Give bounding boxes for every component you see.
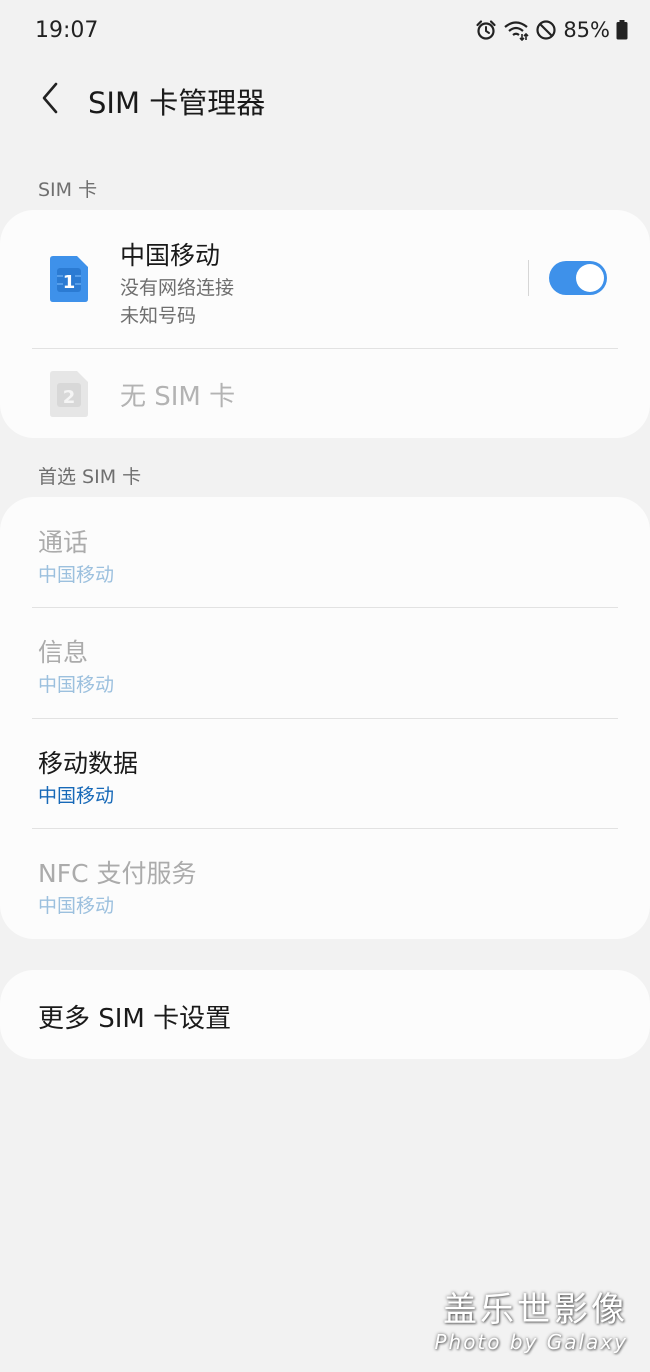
sim1-row[interactable]: 1 中国移动 没有网络连接 未知号码: [0, 210, 650, 348]
sim1-phone-number: 未知号码: [120, 305, 197, 327]
sim-card-list: 1 中国移动 没有网络连接 未知号码 2 无 SIM 卡: [0, 210, 650, 438]
page-title: SIM 卡管理器: [88, 86, 266, 120]
sim-card-2-icon: 2: [50, 371, 88, 417]
toggle-knob: [576, 264, 604, 292]
chevron-left-icon: [39, 81, 61, 119]
more-sim-settings-button[interactable]: 更多 SIM 卡设置: [0, 970, 650, 1059]
wifi-icon: [503, 19, 529, 41]
app-bar: SIM 卡管理器: [0, 70, 650, 130]
pref-item-title: NFC 支付服务: [38, 859, 197, 888]
pref-item-nfc-payment[interactable]: NFC 支付服务 中国移动: [0, 828, 650, 938]
sim1-carrier: 中国移动: [120, 241, 221, 270]
watermark: 盖乐世影像 Photo by Galaxy: [434, 1290, 628, 1354]
do-not-disturb-icon: [535, 19, 557, 41]
vertical-divider: [528, 260, 529, 296]
pref-item-title: 移动数据: [38, 749, 139, 778]
pref-item-calls[interactable]: 通话 中国移动: [0, 497, 650, 607]
sim2-label: 无 SIM 卡: [120, 382, 236, 412]
battery-percent: 85%: [563, 18, 610, 42]
sim-card-1-number: 1: [63, 272, 76, 293]
pref-item-mobile-data[interactable]: 移动数据 中国移动: [0, 718, 650, 828]
alarm-icon: [475, 19, 497, 41]
pref-item-value: 中国移动: [38, 785, 115, 807]
section-header-sim: SIM 卡: [38, 179, 98, 201]
sim1-network-status: 没有网络连接: [120, 277, 235, 299]
pref-item-value: 中国移动: [38, 564, 115, 586]
more-sim-settings-label: 更多 SIM 卡设置: [38, 1004, 232, 1034]
sim2-row: 2 无 SIM 卡: [0, 349, 650, 438]
status-time: 19:07: [35, 18, 99, 43]
pref-item-value: 中国移动: [38, 674, 115, 696]
pref-item-messages[interactable]: 信息 中国移动: [0, 607, 650, 717]
status-bar: 19:07 85%: [0, 0, 650, 62]
battery-icon: [616, 20, 628, 40]
pref-item-title: 信息: [38, 638, 89, 667]
section-header-preferred: 首选 SIM 卡: [38, 466, 142, 488]
preferred-sim-list: 通话 中国移动 信息 中国移动 移动数据 中国移动 NFC 支付服务 中国移动: [0, 497, 650, 939]
sim-card-2-number: 2: [63, 387, 76, 408]
pref-item-value: 中国移动: [38, 895, 115, 917]
sim-card-1-icon: 1: [50, 256, 88, 302]
watermark-main: 盖乐世影像: [443, 1290, 628, 1330]
watermark-sub: Photo by Galaxy: [434, 1330, 628, 1354]
status-icons: 85%: [475, 18, 628, 42]
back-button[interactable]: [30, 78, 70, 122]
sim1-toggle[interactable]: [549, 261, 607, 295]
pref-item-title: 通话: [38, 528, 89, 557]
